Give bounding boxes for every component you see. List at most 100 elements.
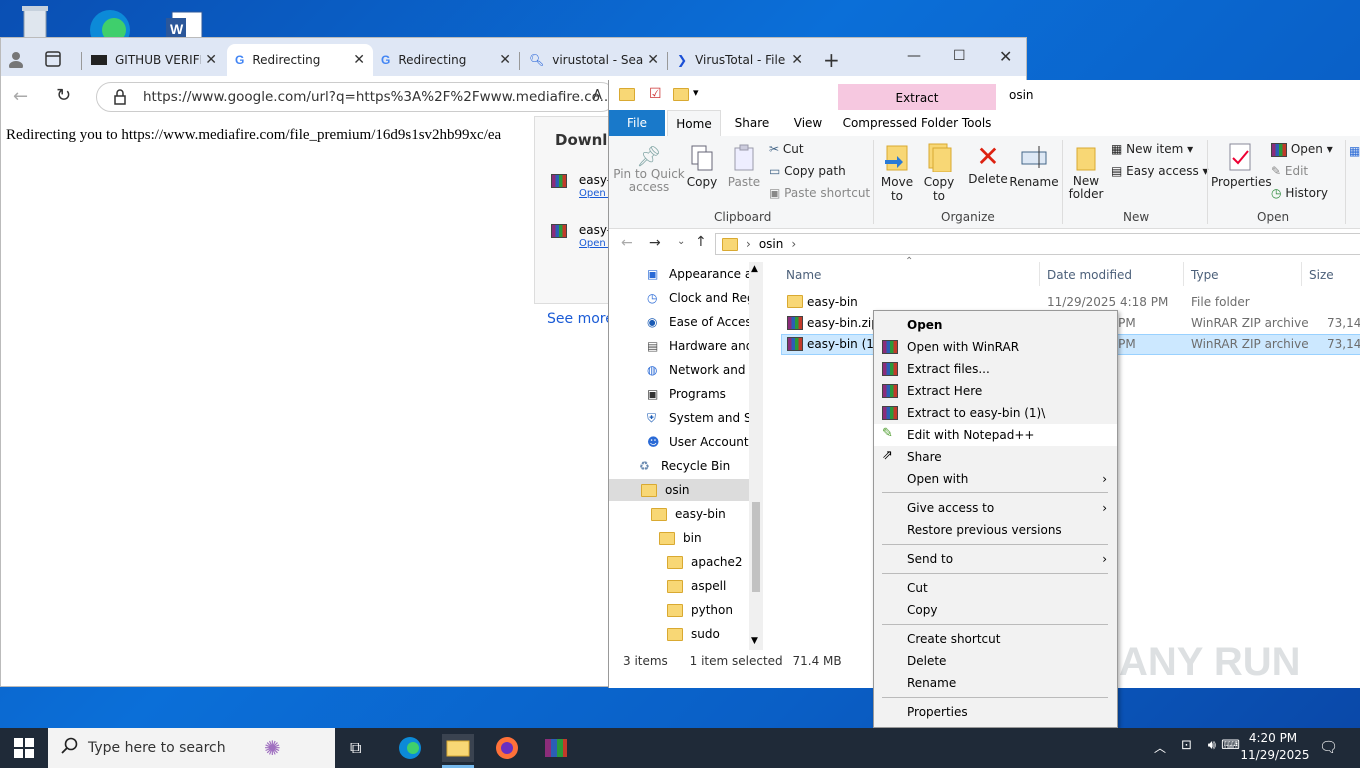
extract-context-tab[interactable]: Extract <box>838 84 996 111</box>
edit-button[interactable]: ✎ Edit <box>1271 164 1308 178</box>
clock-date[interactable]: 11/29/2025 <box>1240 748 1310 762</box>
nav-item[interactable]: ◷ Clock and Regi <box>647 287 758 309</box>
tab-github[interactable]: GITHUB VERIFED ✕ <box>83 44 225 76</box>
menu-item-restore-previous[interactable]: Restore previous versions <box>874 519 1117 541</box>
tab-actions-icon[interactable] <box>45 51 61 70</box>
menu-item-extract-here[interactable]: Extract Here <box>874 380 1117 402</box>
winrar-taskbar-icon[interactable] <box>542 734 574 762</box>
nav-item[interactable]: ▤ Hardware and <box>647 335 753 357</box>
up-button[interactable]: ↑ <box>695 234 707 250</box>
copy-to-button[interactable]: Copy to <box>919 142 959 203</box>
easy-access-button[interactable]: ▤ Easy access ▾ <box>1111 164 1209 178</box>
column-date-modified[interactable]: Date modified <box>1047 268 1132 282</box>
new-tab-button[interactable]: + <box>823 48 840 72</box>
menu-item-extract-to[interactable]: Extract to easy-bin (1)\ <box>874 402 1117 424</box>
tab-file[interactable]: File <box>609 110 665 136</box>
properties-button[interactable]: Properties <box>1211 142 1272 189</box>
firefox-taskbar-icon[interactable] <box>493 734 525 762</box>
tab-view[interactable]: View <box>781 110 835 136</box>
properties-quick-icon[interactable]: ☑ <box>649 86 662 102</box>
close-icon[interactable]: ✕ <box>499 52 511 68</box>
cut-button[interactable]: ✂ Cut <box>769 142 804 156</box>
scroll-down-icon[interactable]: ▼ <box>751 636 758 646</box>
back-button[interactable]: ← <box>621 235 633 251</box>
menu-item-open[interactable]: Open <box>874 314 1117 336</box>
nav-item-aspell[interactable]: aspell <box>667 575 726 597</box>
close-icon[interactable]: ✕ <box>205 52 217 68</box>
pin-quick-access-button[interactable]: 📌︎ Pin to Quick access <box>613 144 685 194</box>
nav-item[interactable]: ☻ User Accounts <box>647 431 755 453</box>
menu-item-share[interactable]: ⇗ Share <box>874 446 1117 468</box>
nav-item[interactable]: ◉ Ease of Access <box>647 311 758 333</box>
tab-home[interactable]: Home <box>667 110 721 136</box>
menu-item-properties[interactable]: Properties <box>874 701 1117 723</box>
chevron-up-icon[interactable]: ︿ <box>1154 739 1166 756</box>
minimize-button[interactable]: — <box>907 48 921 64</box>
menu-item-cut[interactable]: Cut <box>874 577 1117 599</box>
scroll-thumb[interactable] <box>752 502 760 592</box>
tab-compressed-folder-tools[interactable]: Compressed Folder Tools <box>839 110 995 136</box>
move-to-button[interactable]: Move to <box>877 142 917 203</box>
download-item[interactable]: easy- Open f <box>551 223 612 249</box>
tab-virustotal-file[interactable]: ❯ VirusTotal - File ✕ <box>669 44 811 76</box>
start-button[interactable] <box>14 738 34 761</box>
menu-item-create-shortcut[interactable]: Create shortcut <box>874 628 1117 650</box>
new-folder-button[interactable]: New folder <box>1065 144 1107 201</box>
nav-item-recycle-bin[interactable]: ♻ Recycle Bin <box>639 455 730 477</box>
menu-item-rename[interactable]: Rename <box>874 672 1117 694</box>
nav-item-sudo[interactable]: sudo <box>667 623 720 645</box>
tab-virustotal-search[interactable]: 🔍︎ virustotal - Sear ✕ <box>521 44 667 76</box>
select-icon[interactable]: ▦ <box>1349 144 1360 158</box>
delete-button[interactable]: ✕ Delete <box>967 142 1009 187</box>
copy-button[interactable]: Copy <box>685 144 719 189</box>
open-button[interactable]: Open ▾ <box>1271 142 1333 157</box>
nav-item[interactable]: ▣ Programs <box>647 383 726 405</box>
nav-item[interactable]: ◍ Network and In <box>647 359 760 381</box>
reload-button[interactable]: ↻ <box>56 85 71 106</box>
nav-item-easy-bin[interactable]: easy-bin <box>651 503 726 525</box>
menu-item-delete[interactable]: Delete <box>874 650 1117 672</box>
tab-redirecting[interactable]: G Redirecting ✕ <box>373 44 519 76</box>
menu-item-open-with[interactable]: Open with › <box>874 468 1117 490</box>
back-button[interactable]: ← <box>13 86 28 107</box>
see-more-link[interactable]: See more <box>547 311 614 327</box>
menu-item-open-with-winrar[interactable]: Open with WinRAR <box>874 336 1117 358</box>
volume-icon[interactable]: 🔊︎ <box>1208 738 1216 753</box>
rename-button[interactable]: Rename <box>1009 142 1059 189</box>
menu-item-give-access[interactable]: Give access to › <box>874 497 1117 519</box>
menu-item-edit-notepad[interactable]: ✎ Edit with Notepad++ <box>874 424 1117 446</box>
customize-quick-access-icon[interactable]: ▾ <box>693 86 699 99</box>
url-input[interactable]: https://www.google.com/url?q=https%3A%2F… <box>96 82 616 112</box>
menu-item-copy[interactable]: Copy <box>874 599 1117 621</box>
copy-path-button[interactable]: ▭ Copy path <box>769 164 846 178</box>
recent-locations-icon[interactable]: ⌄ <box>677 236 685 247</box>
new-folder-quick-icon[interactable] <box>673 88 689 101</box>
notification-icon[interactable]: 🗨︎ <box>1319 738 1338 756</box>
nav-item-python[interactable]: python <box>667 599 733 621</box>
download-item[interactable]: easy- Open f <box>551 173 612 199</box>
menu-item-send-to[interactable]: Send to › <box>874 548 1117 570</box>
breadcrumb[interactable]: › osin › <box>715 233 1360 255</box>
close-icon[interactable]: ✕ <box>791 52 803 68</box>
column-size[interactable]: Size <box>1309 268 1334 282</box>
nav-item-apache2[interactable]: apache2 <box>667 551 743 573</box>
file-explorer-taskbar-icon[interactable] <box>442 734 474 762</box>
read-aloud-icon[interactable]: A <box>593 88 602 103</box>
column-type[interactable]: Type <box>1191 268 1219 282</box>
task-view-icon[interactable]: ⧉ <box>350 738 361 758</box>
paste-shortcut-button[interactable]: ▣ Paste shortcut <box>769 186 870 200</box>
network-icon[interactable]: ⊡ <box>1181 738 1192 753</box>
close-window-button[interactable]: ✕ <box>999 47 1012 66</box>
close-icon[interactable]: ✕ <box>353 52 365 68</box>
column-name[interactable]: Name <box>786 268 821 282</box>
profile-icon[interactable] <box>7 50 25 71</box>
nav-item[interactable]: ▣ Appearance an <box>647 263 760 285</box>
edge-taskbar-icon[interactable] <box>396 734 428 762</box>
clock-time[interactable]: 4:20 PM <box>1243 731 1303 745</box>
nav-item[interactable]: ⛨ System and Se <box>647 407 759 429</box>
forward-button[interactable]: → <box>649 235 661 251</box>
tab-redirecting-active[interactable]: G Redirecting ✕ <box>227 44 373 76</box>
new-item-button[interactable]: ▦ New item ▾ <box>1111 142 1193 156</box>
maximize-button[interactable]: ☐ <box>953 48 966 64</box>
close-icon[interactable]: ✕ <box>647 52 659 68</box>
